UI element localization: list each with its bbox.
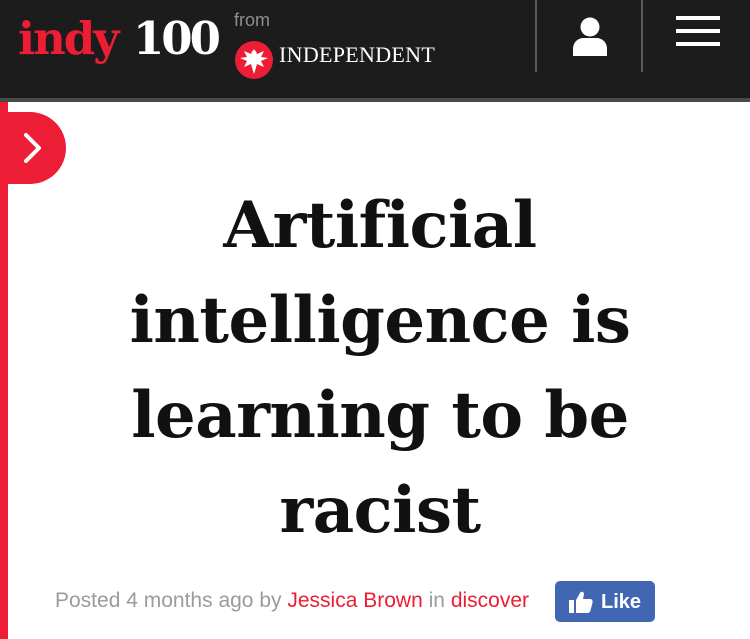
header-divider bbox=[641, 0, 643, 72]
hamburger-menu-icon bbox=[676, 16, 720, 46]
byline-posted-prefix: Posted bbox=[55, 589, 121, 612]
article-title: Artificial intelligence is learning to b… bbox=[129, 188, 631, 548]
section-link[interactable]: discover bbox=[451, 589, 529, 612]
menu-button[interactable] bbox=[646, 0, 750, 62]
logo-100-text: 100 bbox=[133, 12, 221, 65]
byline-in-text: in bbox=[428, 589, 445, 612]
user-icon bbox=[573, 17, 607, 56]
like-label: Like bbox=[600, 590, 642, 613]
eagle-icon bbox=[235, 41, 273, 79]
header-divider bbox=[535, 0, 537, 72]
byline-time-ago: 4 months ago bbox=[126, 589, 254, 612]
byline-by-text: by bbox=[259, 589, 282, 612]
side-nav-toggle[interactable] bbox=[0, 112, 66, 184]
logo-indy-text: indy bbox=[18, 12, 119, 65]
account-button[interactable] bbox=[540, 0, 640, 72]
article-byline: Posted 4 months ago by Jessica Brown in … bbox=[55, 588, 529, 614]
chevron-right-icon bbox=[24, 133, 41, 163]
header-underline bbox=[0, 98, 750, 102]
author-link[interactable]: Jessica Brown bbox=[287, 589, 422, 612]
thumbs-up-icon bbox=[568, 591, 593, 613]
logo-publisher-text: INDEPENDENT bbox=[279, 42, 436, 67]
facebook-like-button[interactable]: Like bbox=[555, 581, 655, 622]
site-header: indy 100 from INDEPENDENT bbox=[0, 0, 750, 98]
logo-from-text: from bbox=[234, 10, 270, 30]
site-logo[interactable]: indy 100 from INDEPENDENT bbox=[18, 6, 458, 86]
